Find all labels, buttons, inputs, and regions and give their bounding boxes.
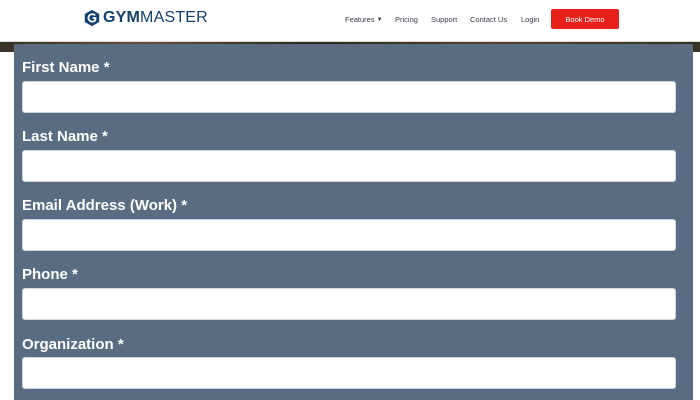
email-input[interactable] [22, 219, 676, 251]
nav-features[interactable]: Features ▼ [345, 15, 383, 24]
nav-features-label: Features [345, 15, 375, 24]
chevron-down-icon: ▼ [376, 17, 383, 23]
last-name-label: Last Name * [22, 128, 108, 145]
organization-input[interactable] [22, 357, 676, 389]
first-name-label: First Name * [22, 59, 110, 76]
phone-input[interactable] [22, 288, 676, 320]
signup-form: First Name * Last Name * Email Address (… [14, 44, 693, 400]
nav-support[interactable]: Support [431, 15, 457, 24]
logo-text-bold: GYM [103, 9, 141, 26]
first-name-input[interactable] [22, 81, 676, 113]
gymmaster-g-logo-icon [84, 9, 100, 27]
organization-label: Organization * [22, 336, 124, 353]
nav-login[interactable]: Login [521, 15, 539, 24]
book-demo-button[interactable]: Book Demo [551, 9, 619, 29]
nav-pricing[interactable]: Pricing [395, 15, 418, 24]
nav-contact-us[interactable]: Contact Us [470, 15, 507, 24]
last-name-input[interactable] [22, 150, 676, 182]
logo-text-regular: MASTER [140, 9, 208, 26]
email-label: Email Address (Work) * [22, 197, 188, 214]
gymmaster-logo[interactable]: GYM MASTER [83, 8, 208, 28]
site-header: GYM MASTER Features ▼ Pricing Support Cont… [0, 0, 700, 42]
phone-label: Phone * [22, 266, 78, 283]
